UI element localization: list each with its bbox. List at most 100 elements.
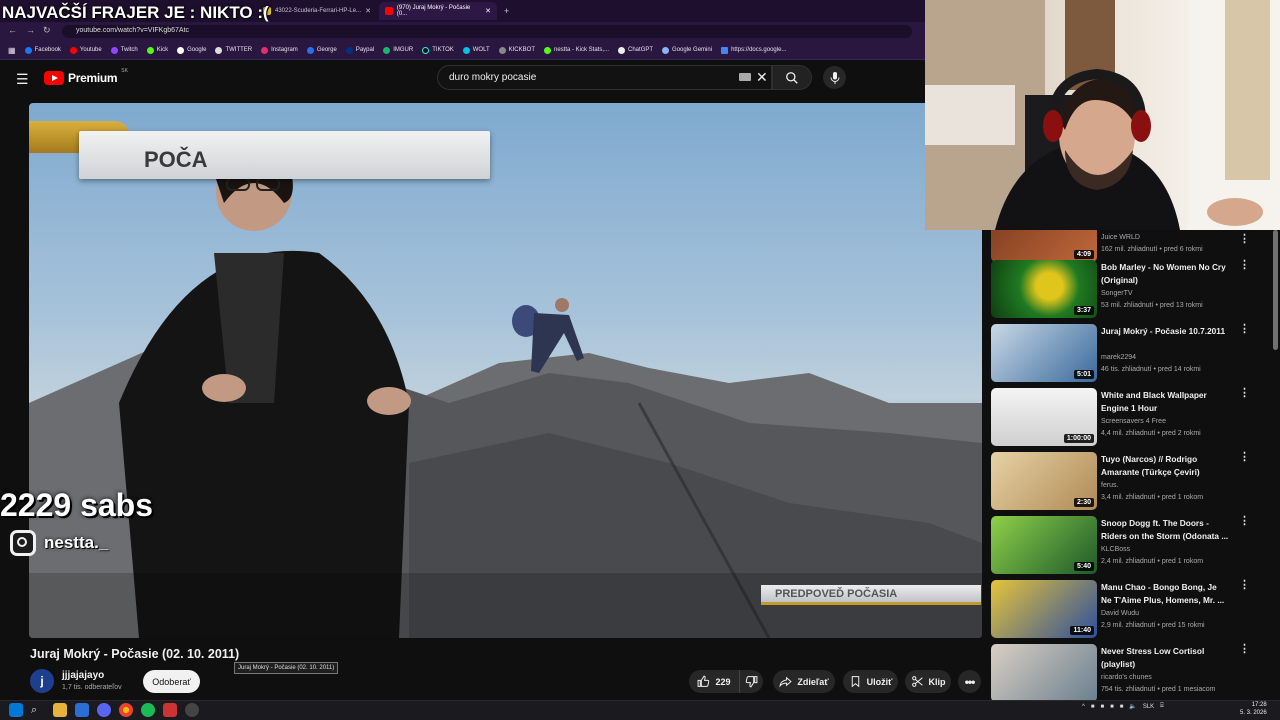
more-options-icon[interactable]: ⋮ (1239, 580, 1250, 591)
bookmark-twitch[interactable]: Twitch (110, 46, 138, 54)
video-thumbnail[interactable]: 5:01 (991, 324, 1097, 382)
video-title[interactable]: Juraj Mokrý - Počasie 10.7.2011 (1101, 325, 1229, 338)
bookmark-chatgpt[interactable]: ChatGPT (618, 46, 653, 54)
clip-button[interactable]: Klip (905, 670, 951, 693)
subscribe-button[interactable]: Odoberať (143, 670, 200, 693)
spotify-icon[interactable] (141, 703, 155, 717)
chevron-up-icon[interactable]: ^ (1082, 704, 1085, 710)
bookmark-youtube[interactable]: Youtube (69, 46, 102, 54)
obs-icon[interactable] (185, 703, 199, 717)
tray-app-icon[interactable]: ■ (1091, 704, 1095, 710)
video-title[interactable]: Manu Chao - Bongo Bong, Je Ne T'Aime Plu… (1101, 581, 1229, 606)
volume-icon[interactable]: 🔈 (1129, 703, 1136, 710)
bookmark-imgur[interactable]: IMGUR (383, 46, 413, 54)
new-tab-icon[interactable]: + (498, 2, 512, 20)
system-clock[interactable]: 17:28 5. 3. 2026 (1240, 701, 1267, 717)
chrome-icon[interactable] (119, 703, 133, 717)
share-button[interactable]: Zdieľať (773, 670, 835, 693)
close-tab-icon[interactable]: ✕ (365, 7, 371, 15)
more-options-icon[interactable]: ⋮ (1239, 516, 1250, 527)
store-icon[interactable] (75, 703, 89, 717)
bookmark-facebook[interactable]: Facebook (24, 46, 61, 54)
search-input[interactable]: duro mokry pocasie (437, 65, 772, 90)
video-channel[interactable]: Screensavers 4 Free (1101, 418, 1166, 425)
bookmark-george[interactable]: George (306, 46, 337, 54)
bookmark-google[interactable]: Google (177, 46, 206, 54)
bookmark-kick[interactable]: Kick (146, 46, 168, 54)
tray-app-icon[interactable]: ■ (1120, 704, 1124, 710)
search-button[interactable] (772, 65, 812, 90)
bookmark-instagram[interactable]: Instagram (261, 46, 298, 54)
app-icon[interactable] (163, 703, 177, 717)
voice-search-button[interactable] (823, 66, 846, 89)
bookmark-gemini[interactable]: Google Gemini (662, 46, 712, 54)
video-title[interactable]: White and Black Wallpaper Engine 1 Hour (1101, 389, 1229, 414)
youtube-premium-logo[interactable]: Premium SK (44, 68, 128, 85)
bookmark-wolt[interactable]: WOLT (462, 46, 490, 54)
bookmark-nestta-stats[interactable]: nestta - Kick Stats,... (543, 46, 609, 54)
video-channel[interactable]: marek2294 (1101, 354, 1136, 361)
video-thumbnail[interactable]: 5:40 (991, 516, 1097, 574)
more-options-icon[interactable]: ⋮ (1239, 388, 1250, 399)
dislike-button[interactable] (739, 670, 763, 693)
more-options-icon[interactable]: ⋮ (1239, 452, 1250, 463)
browser-tab-active[interactable]: (970) Juraj Mokrý - Počasie (0... ✕ (379, 2, 497, 20)
video-thumbnail[interactable]: 1:00:00 (991, 388, 1097, 446)
video-channel[interactable]: SongerTV (1101, 290, 1133, 297)
hamburger-menu-icon[interactable]: ☰ (16, 71, 29, 88)
video-thumbnail[interactable]: 3:37 (991, 260, 1097, 318)
video-title[interactable]: Bob Marley - No Women No Cry (Original) (1101, 261, 1229, 286)
video-thumbnail[interactable]: 2:30 (991, 452, 1097, 510)
channel-avatar[interactable]: j (30, 669, 54, 693)
more-options-icon[interactable]: ⋮ (1239, 234, 1250, 245)
search-icon[interactable]: ⌕ (31, 703, 45, 717)
discord-icon[interactable] (97, 703, 111, 717)
recommended-video[interactable]: 5:40 Snoop Dogg ft. The Doors - Riders o… (991, 516, 1271, 574)
sidebar-scrollbar[interactable] (1273, 230, 1278, 350)
bookmark-paypal[interactable]: Paypal (345, 46, 374, 54)
video-channel[interactable]: David Wudu (1101, 610, 1139, 617)
close-tab-icon[interactable]: ✕ (485, 7, 491, 15)
like-button[interactable]: 229 (689, 670, 739, 693)
clear-search-icon[interactable]: ✕ (756, 69, 768, 86)
recommended-video[interactable]: 2:30 Tuyo (Narcos) // Rodrigo Amarante (… (991, 452, 1271, 510)
more-options-icon[interactable]: ⋮ (1239, 260, 1250, 271)
recommended-video[interactable]: 4:09 Juice WRLD 162 mil. zhliadnutí • pr… (991, 230, 1271, 262)
network-icon[interactable]: ⌸ (1160, 703, 1164, 710)
tray-app-icon[interactable]: ■ (1110, 704, 1114, 710)
more-actions-button[interactable]: ••• (958, 670, 981, 693)
more-options-icon[interactable]: ⋮ (1239, 644, 1250, 655)
recommended-video[interactable]: 1:00:00 White and Black Wallpaper Engine… (991, 388, 1271, 446)
address-bar[interactable]: youtube.com/watch?v=VIFKgb67Atc (62, 25, 912, 38)
channel-name[interactable]: jjjajajayo (62, 670, 104, 681)
tray-app-icon[interactable]: ■ (1100, 704, 1104, 710)
keyboard-icon[interactable] (739, 73, 751, 81)
video-channel[interactable]: ferus. (1101, 482, 1119, 489)
windows-start-icon[interactable] (9, 703, 23, 717)
browser-tab[interactable]: 43022-Scuderia-Ferrari-HP-Le... ✕ (257, 2, 377, 20)
video-player[interactable]: POČA PREDPOVEĎ POČASIA (29, 103, 982, 638)
recommended-video[interactable]: 5:01 Juraj Mokrý - Počasie 10.7.2011 mar… (991, 324, 1271, 382)
bookmark-google-docs[interactable]: https://docs.google... (721, 46, 786, 54)
recommended-video[interactable]: 11:40 Manu Chao - Bongo Bong, Je Ne T'Ai… (991, 580, 1271, 638)
video-channel[interactable]: ricardo's chunes (1101, 674, 1152, 681)
forward-icon[interactable]: → (26, 25, 35, 35)
video-channel[interactable]: Juice WRLD (1101, 234, 1140, 241)
video-thumbnail[interactable] (991, 644, 1097, 700)
apps-icon[interactable]: ▦ (8, 46, 16, 55)
video-title[interactable]: Tuyo (Narcos) // Rodrigo Amarante (Türkç… (1101, 453, 1229, 478)
bookmark-tiktok[interactable]: TIKTOK (422, 46, 454, 54)
reload-icon[interactable]: ↻ (43, 25, 51, 36)
bookmark-kickbot[interactable]: KICKBOT (498, 46, 535, 54)
save-button[interactable]: Uložiť (843, 670, 898, 693)
recommended-video[interactable]: Never Stress Low Cortisol (playlist) ric… (991, 644, 1271, 700)
file-explorer-icon[interactable] (53, 703, 67, 717)
more-options-icon[interactable]: ⋮ (1239, 324, 1250, 335)
video-title[interactable]: Never Stress Low Cortisol (playlist) (1101, 645, 1229, 670)
recommended-video[interactable]: 3:37 Bob Marley - No Women No Cry (Origi… (991, 260, 1271, 318)
video-title[interactable]: Snoop Dogg ft. The Doors - Riders on the… (1101, 517, 1229, 542)
video-channel[interactable]: KLCBoss (1101, 546, 1130, 553)
video-thumbnail[interactable]: 4:09 (991, 230, 1097, 262)
back-icon[interactable]: ← (8, 25, 17, 35)
video-thumbnail[interactable]: 11:40 (991, 580, 1097, 638)
